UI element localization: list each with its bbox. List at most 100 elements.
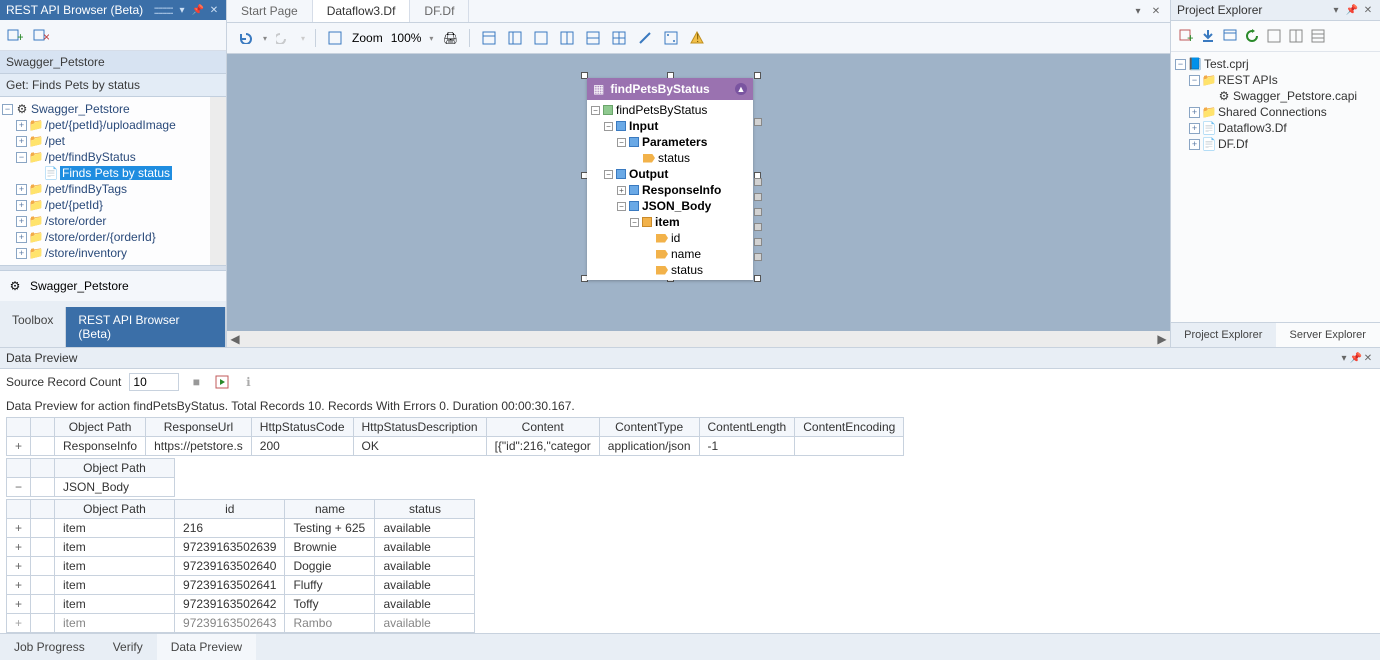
tree-item[interactable]: +📁/pet/findByTags	[2, 181, 208, 197]
remove-connection-icon[interactable]: ×	[32, 26, 50, 44]
jsonbody-icon	[629, 201, 639, 211]
right-toolbar: +	[1171, 21, 1380, 52]
table-row[interactable]: + ResponseInfohttps://petstore.s 200OK […	[7, 437, 904, 456]
api-tree[interactable]: −⚙Swagger_Petstore +📁/pet/{petId}/upload…	[0, 97, 210, 265]
close-icon[interactable]: ✕	[1362, 4, 1374, 16]
panel-drag-dots[interactable]: ::::::::::::::	[153, 3, 172, 17]
operation-icon	[603, 105, 613, 115]
layout2-icon[interactable]	[506, 29, 524, 47]
table-row[interactable]: +item97239163502640Doggieavailable	[7, 557, 475, 576]
node-title: findPetsByStatus	[610, 82, 709, 96]
close-tab-icon[interactable]: ✕	[1150, 5, 1162, 17]
tab-verify[interactable]: Verify	[99, 634, 157, 660]
scroll-left-icon[interactable]: ◀	[227, 331, 243, 347]
table-row[interactable]: +item97239163502641Fluffyavailable	[7, 576, 475, 595]
new-item-icon[interactable]: +	[1177, 27, 1195, 45]
line-tool-icon[interactable]	[636, 29, 654, 47]
output-port[interactable]	[754, 223, 762, 231]
tab-start-page[interactable]: Start Page	[227, 0, 313, 22]
folder-icon: 📁	[1202, 74, 1216, 86]
output-port[interactable]	[754, 208, 762, 216]
tree-item[interactable]: +📁/store/order/{orderId}	[2, 229, 208, 245]
tile2-icon[interactable]	[1287, 27, 1305, 45]
vertical-scrollbar[interactable]	[210, 97, 226, 265]
layout3-icon[interactable]	[532, 29, 550, 47]
tab-server-explorer[interactable]: Server Explorer	[1276, 323, 1380, 347]
dropdown-icon[interactable]: ▾	[1132, 5, 1144, 17]
tree-item-selected[interactable]: 📄Finds Pets by status	[2, 165, 208, 181]
file-icon: 📄	[1202, 122, 1216, 134]
left-panel-header: REST API Browser (Beta) :::::::::::::: ▾…	[0, 0, 226, 20]
layout4-icon[interactable]	[558, 29, 576, 47]
redo-icon[interactable]	[275, 29, 293, 47]
dropdown-icon[interactable]: ▾	[1330, 4, 1342, 16]
output-port[interactable]	[754, 178, 762, 186]
dropdown-icon[interactable]: ▾	[176, 4, 188, 16]
tree-item[interactable]: +📁/store/inventory	[2, 245, 208, 261]
warning-icon[interactable]: !	[688, 29, 706, 47]
table-row[interactable]: +item216Testing + 625available	[7, 519, 475, 538]
run-preview-icon[interactable]	[213, 373, 231, 391]
preview-grid[interactable]: Object PathResponseUrl HttpStatusCodeHtt…	[0, 417, 1380, 633]
table-row[interactable]: +item97239163502642Toffyavailable	[7, 595, 475, 614]
collapse-icon[interactable]: ▲	[735, 83, 747, 95]
table-row[interactable]: +item97239163502639Brownieavailable	[7, 538, 475, 557]
tab-toolbox[interactable]: Toolbox	[0, 307, 66, 347]
design-canvas[interactable]: ▦ findPetsByStatus ▲ −findPetsByStatus −…	[227, 54, 1170, 347]
project-tree[interactable]: −📘Test.cprj −📁REST APIs ⚙Swagger_Petstor…	[1171, 52, 1380, 322]
layout6-icon[interactable]	[610, 29, 628, 47]
dropdown-icon[interactable]: ▾	[1338, 352, 1350, 364]
print-icon[interactable]: 🖨	[441, 29, 459, 47]
grid-icon[interactable]	[662, 29, 680, 47]
layout1-icon[interactable]	[480, 29, 498, 47]
stop-icon[interactable]: ■	[187, 373, 205, 391]
node-title-bar[interactable]: ▦ findPetsByStatus ▲	[587, 78, 753, 100]
source-count-label: Source Record Count	[6, 375, 121, 389]
tree-root[interactable]: −⚙Swagger_Petstore	[2, 101, 208, 117]
tab-dataflow3[interactable]: Dataflow3.Df	[313, 0, 411, 22]
folder-icon: 📁	[29, 247, 43, 259]
dataflow-node[interactable]: ▦ findPetsByStatus ▲ −findPetsByStatus −…	[587, 78, 753, 280]
import-icon[interactable]	[1199, 27, 1217, 45]
scroll-right-icon[interactable]: ▶	[1154, 331, 1170, 347]
pin-icon[interactable]: 📌	[1346, 4, 1358, 16]
zoom-value[interactable]: 100%	[391, 31, 422, 45]
source-count-input[interactable]	[129, 373, 179, 391]
collapse-icon[interactable]: −	[7, 478, 31, 497]
output-port[interactable]	[754, 238, 762, 246]
table-row[interactable]: +item97239163502643Ramboavailable	[7, 614, 475, 633]
pin-icon[interactable]: 📌	[192, 4, 204, 16]
tab-df[interactable]: DF.Df	[410, 0, 469, 22]
params-icon	[629, 137, 639, 147]
refresh-icon[interactable]	[1243, 27, 1261, 45]
svg-text:!: !	[696, 31, 699, 45]
info-icon[interactable]: ℹ	[239, 373, 257, 391]
layout5-icon[interactable]	[584, 29, 602, 47]
expand-icon[interactable]: +	[7, 437, 31, 456]
properties-icon[interactable]	[1309, 27, 1327, 45]
undo-icon[interactable]	[237, 29, 255, 47]
tab-data-preview[interactable]: Data Preview	[157, 634, 256, 660]
horizontal-scrollbar[interactable]: ◀ ▶	[227, 331, 1170, 347]
tree-item[interactable]: +📁/pet	[2, 133, 208, 149]
output-port[interactable]	[754, 253, 762, 261]
tree-item[interactable]: −📁/pet/findByStatus	[2, 149, 208, 165]
output-port[interactable]	[754, 118, 762, 126]
table-row[interactable]: −JSON_Body	[7, 478, 175, 497]
gear-icon[interactable]: ⚙	[6, 277, 24, 295]
tab-project-explorer[interactable]: Project Explorer	[1171, 323, 1276, 347]
add-connection-icon[interactable]: +	[6, 26, 24, 44]
close-icon[interactable]: ✕	[208, 4, 220, 16]
close-icon[interactable]: ✕	[1362, 352, 1374, 364]
zoom-fit-icon[interactable]	[326, 29, 344, 47]
window-icon[interactable]	[1221, 27, 1239, 45]
tab-job-progress[interactable]: Job Progress	[0, 634, 99, 660]
tree-item[interactable]: +📁/pet/{petId}	[2, 197, 208, 213]
tile1-icon[interactable]	[1265, 27, 1283, 45]
output-port[interactable]	[754, 193, 762, 201]
tree-item[interactable]: +📁/store/order	[2, 213, 208, 229]
tab-rest-api-browser[interactable]: REST API Browser (Beta)	[66, 307, 226, 347]
pin-icon[interactable]: 📌	[1350, 352, 1362, 364]
footer-tabs: Job Progress Verify Data Preview	[0, 633, 1380, 660]
tree-item[interactable]: +📁/pet/{petId}/uploadImage	[2, 117, 208, 133]
